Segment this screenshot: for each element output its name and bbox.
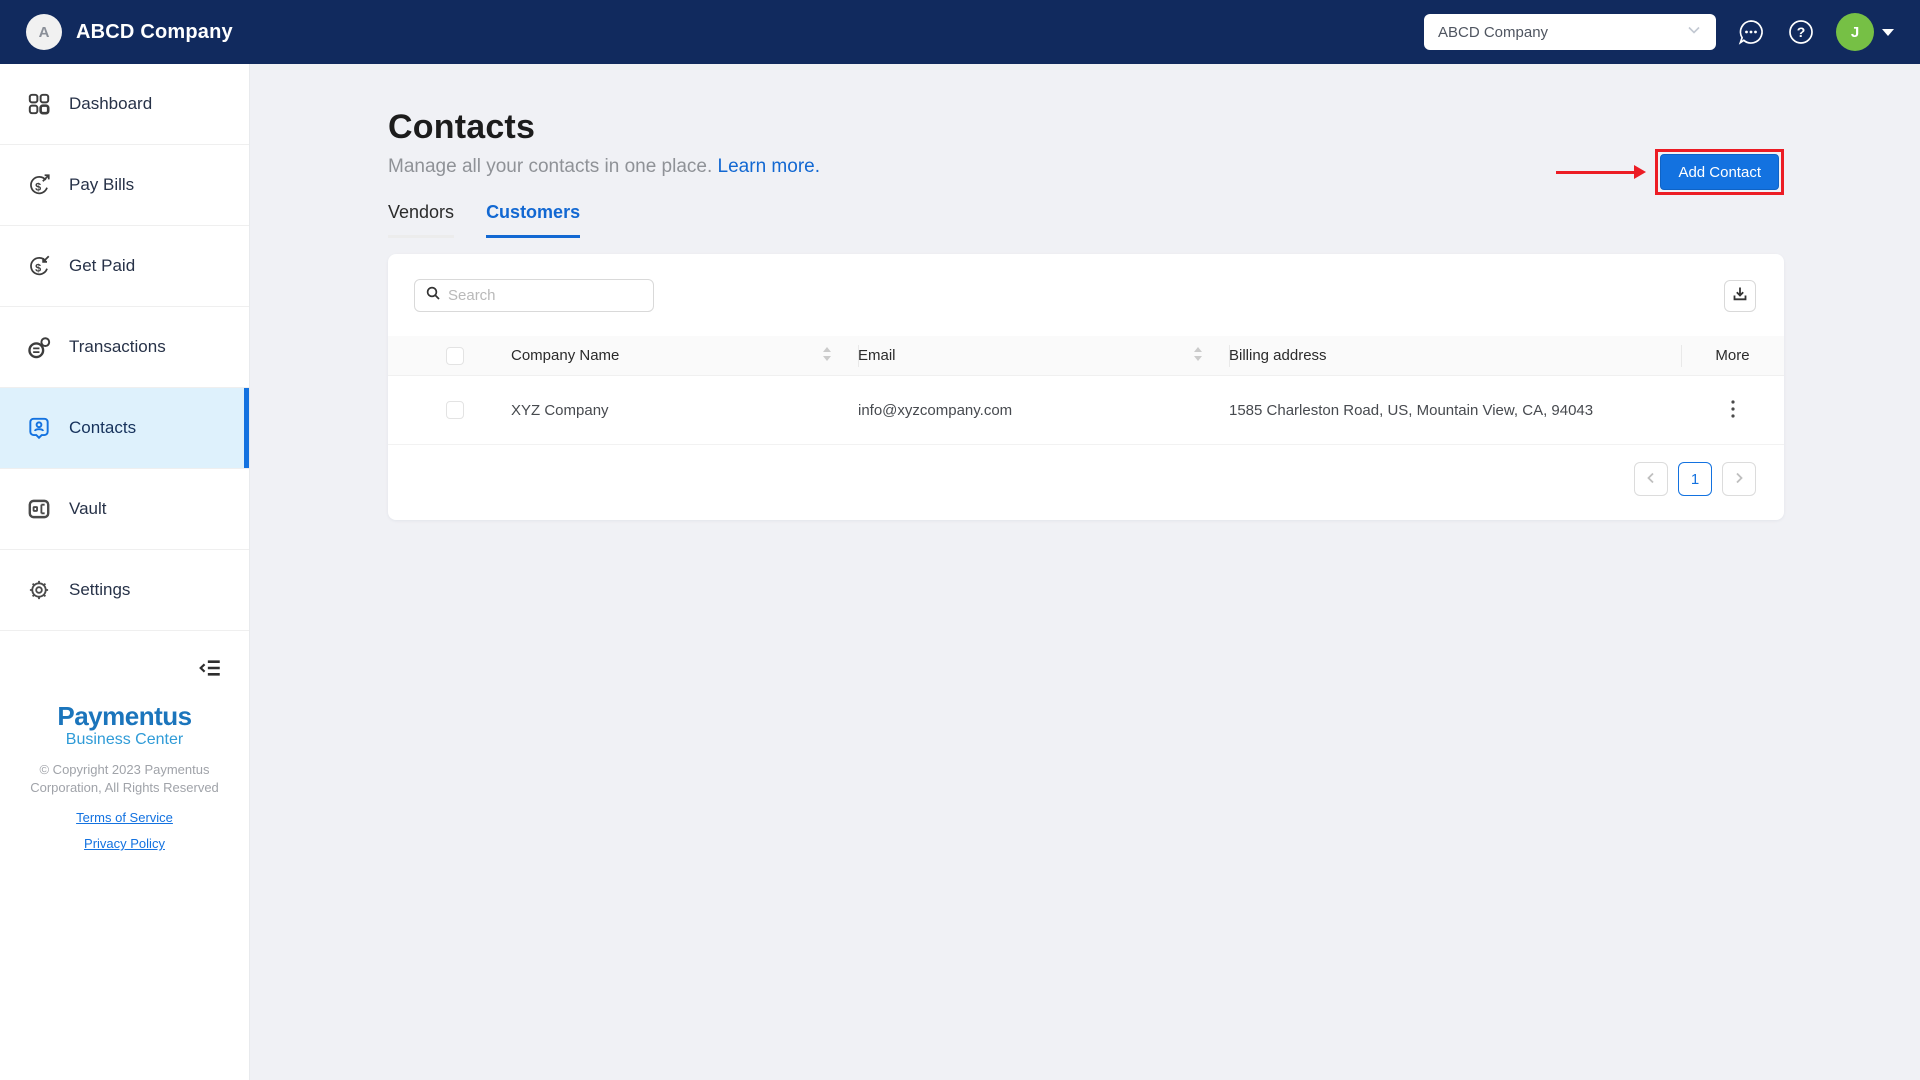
cell-email: info@xyzcompany.com [858, 401, 1013, 419]
privacy-policy-link[interactable]: Privacy Policy [0, 836, 249, 851]
row-more-menu-button[interactable] [1722, 395, 1744, 426]
contacts-tabs: Vendors Customers [388, 202, 1784, 238]
sidebar-item-label: Settings [69, 580, 131, 599]
svg-text:?: ? [1797, 24, 1806, 40]
pagination: 1 [388, 445, 1784, 496]
search-box [414, 279, 654, 312]
pagination-previous-button[interactable] [1634, 462, 1668, 496]
transactions-icon [26, 334, 52, 360]
column-header-more: More [1715, 347, 1750, 364]
column-separator [1229, 344, 1230, 367]
pagination-next-button[interactable] [1722, 462, 1756, 496]
chevron-left-icon [1644, 471, 1658, 488]
svg-text:$: $ [35, 182, 41, 194]
sidebar-item-vault[interactable]: Vault [0, 469, 249, 550]
download-icon [1731, 285, 1749, 306]
annotation-highlight-box: Add Contact [1655, 149, 1784, 195]
terms-of-service-link[interactable]: Terms of Service [0, 810, 249, 825]
sidebar-item-pay-bills[interactable]: $ Pay Bills [0, 145, 249, 226]
sidebar-navigation: Dashboard $ Pay Bills $ Get Paid Transac… [0, 64, 250, 1080]
page-title: Contacts [388, 108, 536, 146]
top-header-bar: A ABCD Company ABCD Company ? J [0, 0, 1920, 64]
tab-vendors[interactable]: Vendors [388, 202, 455, 238]
header-actions: ABCD Company ? J [1424, 13, 1894, 51]
column-header-email: Email [858, 347, 896, 364]
column-separator [858, 344, 859, 367]
cell-company-name: XYZ Company [511, 401, 609, 419]
column-header-billing-address: Billing address [1229, 347, 1327, 364]
company-avatar-initial: A [38, 23, 50, 41]
paymentus-logo: Paymentus [57, 701, 192, 731]
vault-icon [26, 496, 52, 522]
copyright-text: © Copyright 2023 Paymentus Corporation, … [30, 762, 219, 795]
dashboard-icon [26, 91, 52, 117]
company-avatar: A [26, 14, 62, 50]
sidebar-item-label: Get Paid [69, 256, 136, 275]
learn-more-link[interactable]: Learn more. [718, 156, 820, 177]
sidebar-item-contacts[interactable]: Contacts [0, 388, 249, 469]
get-paid-icon: $ [26, 253, 52, 279]
help-icon[interactable]: ? [1786, 17, 1816, 47]
cell-billing-address: 1585 Charleston Road, US, Mountain View,… [1229, 401, 1594, 419]
sort-icon[interactable] [1193, 346, 1203, 366]
sidebar-item-label: Transactions [69, 337, 166, 356]
search-input[interactable] [448, 287, 643, 304]
row-checkbox[interactable] [446, 401, 464, 419]
contacts-table-card: Company Name Email Billing address [388, 254, 1784, 520]
sidebar-collapse-icon[interactable] [197, 655, 223, 681]
sidebar-item-transactions[interactable]: Transactions [0, 307, 249, 388]
user-avatar: J [1836, 13, 1874, 51]
annotation-arrow [1556, 165, 1647, 179]
sidebar-item-label: Dashboard [69, 94, 153, 113]
add-contact-annotation-group: Add Contact [1556, 149, 1784, 195]
sidebar-item-label: Vault [69, 499, 107, 518]
table-header-row: Company Name Email Billing address More [388, 336, 1784, 376]
page-head: Contacts Manage all your contacts in one… [388, 108, 1784, 195]
company-name-title: ABCD Company [76, 20, 233, 43]
table-row: XYZ Company info@xyzcompany.com 1585 Cha… [388, 376, 1784, 445]
main-content: Contacts Manage all your contacts in one… [250, 0, 1920, 520]
pay-bills-icon: $ [26, 172, 52, 198]
brand-block: Paymentus Business Center © Copyright 20… [0, 703, 249, 851]
sidebar-item-dashboard[interactable]: Dashboard [0, 64, 249, 145]
contacts-icon [26, 415, 52, 441]
ellipsis-vertical-icon [1730, 399, 1736, 422]
sidebar-item-settings[interactable]: Settings [0, 550, 249, 631]
pagination-page-1-button[interactable]: 1 [1678, 462, 1712, 496]
user-menu-caret-icon [1882, 28, 1894, 36]
add-contact-button[interactable]: Add Contact [1660, 154, 1779, 190]
sidebar-item-get-paid[interactable]: $ Get Paid [0, 226, 249, 307]
download-button[interactable] [1724, 279, 1756, 312]
sidebar-item-label: Pay Bills [69, 175, 135, 194]
select-all-checkbox[interactable] [446, 346, 464, 365]
account-selector-value: ABCD Company [1438, 23, 1549, 41]
svg-text:$: $ [35, 263, 41, 275]
sidebar-footer: Paymentus Business Center © Copyright 20… [0, 655, 249, 851]
account-selector-dropdown[interactable]: ABCD Company [1424, 14, 1716, 50]
user-menu[interactable]: J [1836, 13, 1894, 51]
business-center-label: Business Center [65, 731, 184, 748]
search-icon [425, 285, 441, 306]
chevron-right-icon [1732, 471, 1746, 488]
column-header-company-name: Company Name [511, 347, 620, 364]
table-toolbar [388, 254, 1784, 312]
contacts-table: Company Name Email Billing address More … [388, 336, 1784, 445]
chevron-down-icon [1686, 22, 1702, 43]
settings-icon [26, 577, 52, 603]
column-separator [1681, 344, 1682, 367]
user-avatar-initial: J [1850, 23, 1860, 41]
tab-customers[interactable]: Customers [486, 202, 581, 238]
company-logo-group: A ABCD Company [26, 14, 233, 50]
sort-icon[interactable] [822, 346, 832, 366]
feedback-chat-icon[interactable] [1736, 17, 1766, 47]
sidebar-item-label: Contacts [69, 418, 137, 437]
